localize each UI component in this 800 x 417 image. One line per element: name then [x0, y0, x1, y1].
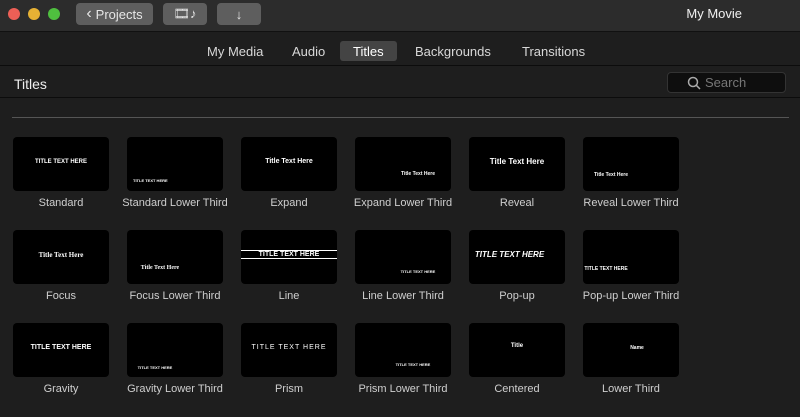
- title-item[interactable]: TITLE TEXT HERE Standard: [4, 137, 118, 209]
- film-music-icon: 🎞︎♪: [173, 6, 197, 21]
- divider: [12, 117, 789, 118]
- tab-transitions[interactable]: Transitions: [509, 41, 598, 61]
- title-preview-text: TITLE TEXT HERE: [474, 250, 545, 259]
- title-thumbnail[interactable]: TITLE TEXT HERE: [355, 323, 451, 377]
- title-preview-text: TITLE TEXT HERE: [137, 365, 173, 370]
- title-thumbnail[interactable]: Title: [469, 323, 565, 377]
- title-thumbnail[interactable]: Name: [583, 323, 679, 377]
- title-item[interactable]: TITLE TEXT HERE Prism Lower Third: [346, 323, 460, 395]
- close-button[interactable]: [8, 8, 20, 20]
- title-thumbnail[interactable]: TITLE TEXT HERE: [469, 230, 565, 284]
- title-thumbnail[interactable]: Title Text Here: [13, 230, 109, 284]
- title-preview-text: TITLE TEXT HERE: [133, 178, 168, 183]
- import-button[interactable]: ↓: [217, 3, 261, 25]
- title-label: Line: [278, 290, 300, 302]
- title-preview-text: Title Text Here: [140, 265, 180, 271]
- title-preview-text: TITLE TEXT HERE: [30, 344, 92, 351]
- title-label: Focus Lower Third: [129, 290, 221, 302]
- title-preview-text: TITLE TEXT HERE: [584, 266, 628, 272]
- title-label: Expand: [270, 197, 308, 209]
- tab-backgrounds[interactable]: Backgrounds: [402, 41, 504, 61]
- title-thumbnail[interactable]: TITLE TEXT HERE: [13, 323, 109, 377]
- tab-audio[interactable]: Audio: [279, 41, 338, 61]
- chevron-left-icon: ‹: [86, 5, 92, 22]
- title-preview-text: Title: [510, 343, 524, 349]
- title-preview-text: TITLE TEXT HERE: [241, 250, 337, 259]
- title-label: Pop-up: [499, 290, 535, 302]
- title-label: Standard: [38, 197, 84, 209]
- media-browser-button[interactable]: 🎞︎♪: [163, 3, 207, 25]
- arrow-down-icon: ↓: [235, 6, 243, 22]
- search-input[interactable]: Search: [667, 72, 786, 93]
- title-label: Line Lower Third: [362, 290, 444, 302]
- title-item[interactable]: Title Text Here Expand: [232, 137, 346, 209]
- title-thumbnail[interactable]: Title Text Here: [241, 137, 337, 191]
- title-thumbnail[interactable]: Title Text Here: [355, 137, 451, 191]
- title-item[interactable]: TITLE TEXT HERE Pop-up Lower Third: [574, 230, 688, 302]
- title-item[interactable]: Title Centered: [460, 323, 574, 395]
- title-label: Lower Third: [602, 383, 660, 395]
- title-label: Pop-up Lower Third: [582, 290, 680, 302]
- title-item[interactable]: TITLE TEXT HERE Prism: [232, 323, 346, 395]
- title-thumbnail[interactable]: Title Text Here: [127, 230, 223, 284]
- title-preview-text: Title Text Here: [489, 157, 545, 166]
- title-thumbnail[interactable]: TITLE TEXT HERE: [355, 230, 451, 284]
- section-title: Titles: [14, 76, 47, 92]
- title-preview-text: Title Text Here: [594, 172, 628, 178]
- minimize-button[interactable]: [28, 8, 40, 20]
- title-bar: ‹ Projects 🎞︎♪ ↓ My Movie: [0, 0, 800, 32]
- title-preview-text: TITLE TEXT HERE: [400, 269, 436, 274]
- section-header: Titles Search: [0, 67, 800, 98]
- title-thumbnail[interactable]: TITLE TEXT HERE: [241, 230, 337, 284]
- title-label: Reveal Lower Third: [583, 197, 679, 209]
- title-thumbnail[interactable]: Title Text Here: [583, 137, 679, 191]
- title-label: Standard Lower Third: [122, 197, 228, 209]
- title-preview-text: Title Text Here: [38, 251, 84, 259]
- title-item[interactable]: Name Lower Third: [574, 323, 688, 395]
- tab-titles[interactable]: Titles: [340, 41, 397, 61]
- title-preview-text: Title Text Here: [265, 158, 313, 165]
- projects-back-button[interactable]: ‹ Projects: [76, 3, 153, 25]
- title-item[interactable]: Title Text Here Reveal Lower Third: [574, 137, 688, 209]
- title-label: Prism Lower Third: [358, 383, 448, 395]
- title-thumbnail[interactable]: TITLE TEXT HERE: [127, 137, 223, 191]
- title-item[interactable]: TITLE TEXT HERE Standard Lower Third: [118, 137, 232, 209]
- title-label: Gravity: [43, 383, 79, 395]
- title-thumbnail[interactable]: Title Text Here: [469, 137, 565, 191]
- title-item[interactable]: TITLE TEXT HERE Gravity Lower Third: [118, 323, 232, 395]
- title-item[interactable]: Title Text Here Reveal: [460, 137, 574, 209]
- title-preview-text: Name: [630, 345, 644, 351]
- title-thumbnail[interactable]: TITLE TEXT HERE: [127, 323, 223, 377]
- title-preview-text: TITLE TEXT HERE: [251, 344, 327, 351]
- title-preview-text: TITLE TEXT HERE: [395, 362, 431, 367]
- zoom-button[interactable]: [48, 8, 60, 20]
- title-thumbnail[interactable]: TITLE TEXT HERE: [241, 323, 337, 377]
- title-item[interactable]: Title Text Here Focus Lower Third: [118, 230, 232, 302]
- window-title: My Movie: [686, 6, 742, 21]
- title-item[interactable]: Title Text Here Focus: [4, 230, 118, 302]
- title-item[interactable]: Title Text Here Expand Lower Third: [346, 137, 460, 209]
- title-item[interactable]: TITLE TEXT HERE Line: [232, 230, 346, 302]
- title-label: Gravity Lower Third: [127, 383, 223, 395]
- tab-my-media[interactable]: My Media: [194, 41, 276, 61]
- title-label: Expand Lower Third: [353, 197, 453, 209]
- title-item[interactable]: TITLE TEXT HERE Line Lower Third: [346, 230, 460, 302]
- title-preview-text: Title Text Here: [401, 171, 435, 177]
- title-label: Prism: [274, 383, 304, 395]
- title-item[interactable]: TITLE TEXT HERE Pop-up: [460, 230, 574, 302]
- browser-tabs: My Media Audio Titles Backgrounds Transi…: [0, 33, 800, 66]
- search-icon: [687, 76, 701, 90]
- title-item[interactable]: TITLE TEXT HERE Gravity: [4, 323, 118, 395]
- title-thumbnail[interactable]: TITLE TEXT HERE: [583, 230, 679, 284]
- title-label: Reveal: [499, 197, 535, 209]
- title-thumbnail[interactable]: TITLE TEXT HERE: [13, 137, 109, 191]
- title-label: Focus: [46, 290, 76, 302]
- title-label: Centered: [494, 383, 540, 395]
- title-preview-text: TITLE TEXT HERE: [34, 159, 87, 165]
